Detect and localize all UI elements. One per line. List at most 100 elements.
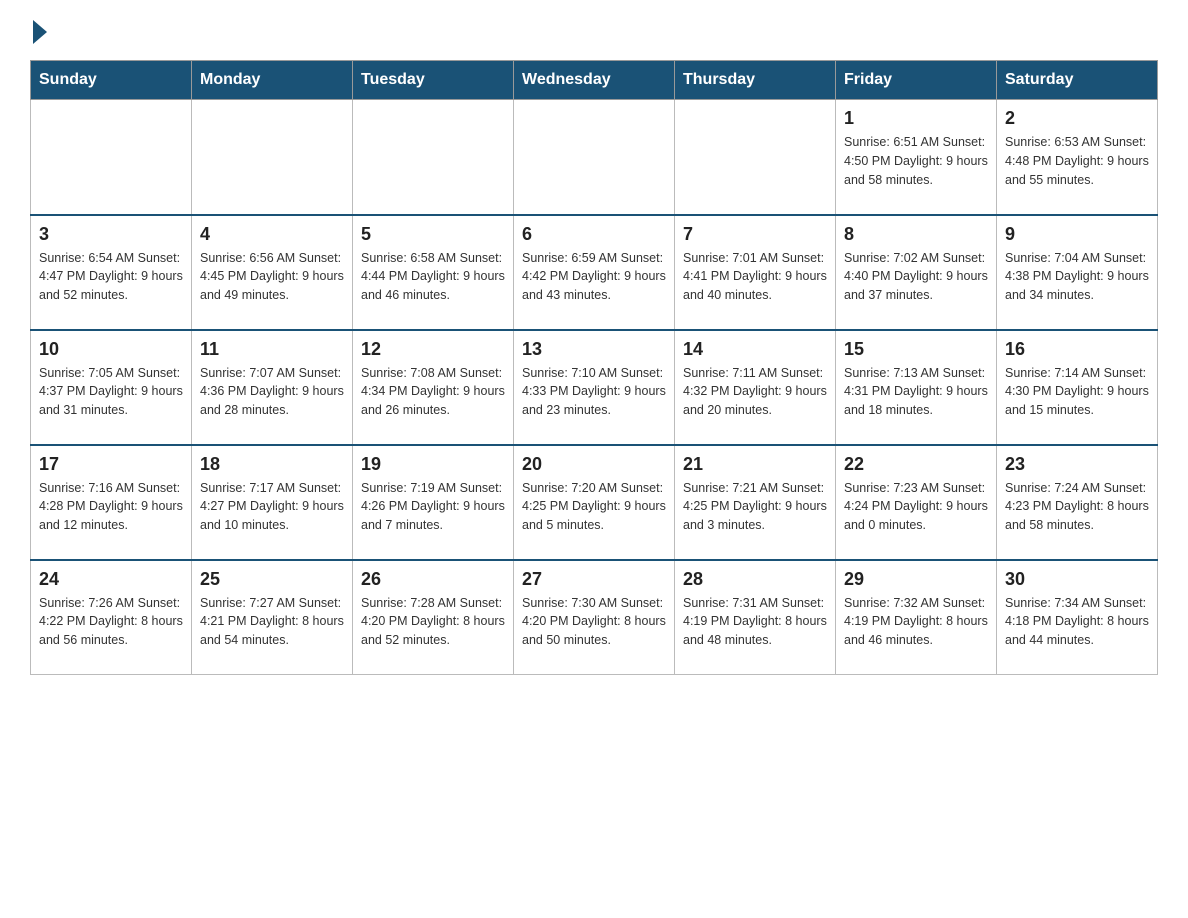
calendar-cell [675, 100, 836, 215]
calendar-cell: 9 Sunrise: 7:04 AM Sunset: 4:38 PM Daylig… [997, 215, 1158, 330]
day-number: 29 [844, 569, 988, 590]
calendar-cell: 17 Sunrise: 7:16 AM Sunset: 4:28 PM Dayli… [31, 445, 192, 560]
calendar-cell: 14 Sunrise: 7:11 AM Sunset: 4:32 PM Dayli… [675, 330, 836, 445]
day-info: Sunrise: 7:01 AM Sunset: 4:41 PM Dayligh… [683, 249, 827, 305]
day-number: 4 [200, 224, 344, 245]
day-info: Sunrise: 7:17 AM Sunset: 4:27 PM Dayligh… [200, 479, 344, 535]
week-row-2: 3 Sunrise: 6:54 AM Sunset: 4:47 PM Daylig… [31, 215, 1158, 330]
day-number: 30 [1005, 569, 1149, 590]
day-number: 17 [39, 454, 183, 475]
day-info: Sunrise: 7:04 AM Sunset: 4:38 PM Dayligh… [1005, 249, 1149, 305]
day-number: 7 [683, 224, 827, 245]
day-info: Sunrise: 7:05 AM Sunset: 4:37 PM Dayligh… [39, 364, 183, 420]
day-number: 13 [522, 339, 666, 360]
calendar-cell: 5 Sunrise: 6:58 AM Sunset: 4:44 PM Daylig… [353, 215, 514, 330]
day-number: 16 [1005, 339, 1149, 360]
calendar-cell: 2 Sunrise: 6:53 AM Sunset: 4:48 PM Daylig… [997, 100, 1158, 215]
day-number: 1 [844, 108, 988, 129]
day-number: 24 [39, 569, 183, 590]
calendar-cell: 15 Sunrise: 7:13 AM Sunset: 4:31 PM Dayli… [836, 330, 997, 445]
calendar-cell: 23 Sunrise: 7:24 AM Sunset: 4:23 PM Dayli… [997, 445, 1158, 560]
weekday-header-friday: Friday [836, 61, 997, 100]
calendar-cell [192, 100, 353, 215]
day-info: Sunrise: 7:02 AM Sunset: 4:40 PM Dayligh… [844, 249, 988, 305]
day-info: Sunrise: 7:13 AM Sunset: 4:31 PM Dayligh… [844, 364, 988, 420]
logo-arrow-icon [33, 20, 47, 44]
day-info: Sunrise: 6:51 AM Sunset: 4:50 PM Dayligh… [844, 133, 988, 189]
day-info: Sunrise: 7:31 AM Sunset: 4:19 PM Dayligh… [683, 594, 827, 650]
day-info: Sunrise: 7:20 AM Sunset: 4:25 PM Dayligh… [522, 479, 666, 535]
calendar-cell: 13Sunrise: 7:10 AM Sunset: 4:33 PM Dayli… [514, 330, 675, 445]
calendar-cell: 4 Sunrise: 6:56 AM Sunset: 4:45 PM Daylig… [192, 215, 353, 330]
calendar-cell: 22 Sunrise: 7:23 AM Sunset: 4:24 PM Dayli… [836, 445, 997, 560]
week-row-1: 1 Sunrise: 6:51 AM Sunset: 4:50 PM Daylig… [31, 100, 1158, 215]
day-number: 2 [1005, 108, 1149, 129]
weekday-header-row: SundayMondayTuesdayWednesdayThursdayFrid… [31, 61, 1158, 100]
day-info: Sunrise: 7:21 AM Sunset: 4:25 PM Dayligh… [683, 479, 827, 535]
calendar-cell: 25 Sunrise: 7:27 AM Sunset: 4:21 PM Dayli… [192, 560, 353, 675]
day-number: 9 [1005, 224, 1149, 245]
day-number: 23 [1005, 454, 1149, 475]
calendar-cell: 26 Sunrise: 7:28 AM Sunset: 4:20 PM Dayli… [353, 560, 514, 675]
day-number: 18 [200, 454, 344, 475]
weekday-header-saturday: Saturday [997, 61, 1158, 100]
week-row-4: 17 Sunrise: 7:16 AM Sunset: 4:28 PM Dayli… [31, 445, 1158, 560]
calendar-cell: 16Sunrise: 7:14 AM Sunset: 4:30 PM Dayli… [997, 330, 1158, 445]
weekday-header-wednesday: Wednesday [514, 61, 675, 100]
calendar-cell: 6Sunrise: 6:59 AM Sunset: 4:42 PM Daylig… [514, 215, 675, 330]
weekday-header-monday: Monday [192, 61, 353, 100]
day-info: Sunrise: 6:54 AM Sunset: 4:47 PM Dayligh… [39, 249, 183, 305]
calendar-cell: 24 Sunrise: 7:26 AM Sunset: 4:22 PM Dayli… [31, 560, 192, 675]
day-info: Sunrise: 7:08 AM Sunset: 4:34 PM Dayligh… [361, 364, 505, 420]
day-info: Sunrise: 7:23 AM Sunset: 4:24 PM Dayligh… [844, 479, 988, 535]
day-info: Sunrise: 7:16 AM Sunset: 4:28 PM Dayligh… [39, 479, 183, 535]
day-info: Sunrise: 7:32 AM Sunset: 4:19 PM Dayligh… [844, 594, 988, 650]
calendar-cell: 30 Sunrise: 7:34 AM Sunset: 4:18 PM Dayli… [997, 560, 1158, 675]
day-number: 27 [522, 569, 666, 590]
day-info: Sunrise: 7:27 AM Sunset: 4:21 PM Dayligh… [200, 594, 344, 650]
day-info: Sunrise: 7:24 AM Sunset: 4:23 PM Dayligh… [1005, 479, 1149, 535]
day-info: Sunrise: 7:28 AM Sunset: 4:20 PM Dayligh… [361, 594, 505, 650]
calendar-cell: 1 Sunrise: 6:51 AM Sunset: 4:50 PM Daylig… [836, 100, 997, 215]
day-number: 21 [683, 454, 827, 475]
day-number: 8 [844, 224, 988, 245]
day-info: Sunrise: 6:56 AM Sunset: 4:45 PM Dayligh… [200, 249, 344, 305]
day-number: 22 [844, 454, 988, 475]
day-info: Sunrise: 7:30 AM Sunset: 4:20 PM Dayligh… [522, 594, 666, 650]
day-number: 25 [200, 569, 344, 590]
day-info: Sunrise: 7:11 AM Sunset: 4:32 PM Dayligh… [683, 364, 827, 420]
day-info: Sunrise: 7:26 AM Sunset: 4:22 PM Dayligh… [39, 594, 183, 650]
day-number: 10 [39, 339, 183, 360]
calendar-cell: 21 Sunrise: 7:21 AM Sunset: 4:25 PM Dayli… [675, 445, 836, 560]
calendar-cell: 29 Sunrise: 7:32 AM Sunset: 4:19 PM Dayli… [836, 560, 997, 675]
week-row-5: 24 Sunrise: 7:26 AM Sunset: 4:22 PM Dayli… [31, 560, 1158, 675]
day-number: 5 [361, 224, 505, 245]
day-info: Sunrise: 7:19 AM Sunset: 4:26 PM Dayligh… [361, 479, 505, 535]
weekday-header-thursday: Thursday [675, 61, 836, 100]
calendar-cell: 8 Sunrise: 7:02 AM Sunset: 4:40 PM Daylig… [836, 215, 997, 330]
page-header [30, 20, 1158, 40]
day-number: 28 [683, 569, 827, 590]
day-number: 20 [522, 454, 666, 475]
calendar-cell: 7 Sunrise: 7:01 AM Sunset: 4:41 PM Daylig… [675, 215, 836, 330]
calendar-cell: 3 Sunrise: 6:54 AM Sunset: 4:47 PM Daylig… [31, 215, 192, 330]
day-number: 14 [683, 339, 827, 360]
day-number: 11 [200, 339, 344, 360]
day-info: Sunrise: 6:59 AM Sunset: 4:42 PM Dayligh… [522, 249, 666, 305]
day-number: 15 [844, 339, 988, 360]
calendar-cell: 28 Sunrise: 7:31 AM Sunset: 4:19 PM Dayli… [675, 560, 836, 675]
calendar-cell: 27 Sunrise: 7:30 AM Sunset: 4:20 PM Dayli… [514, 560, 675, 675]
calendar-cell [353, 100, 514, 215]
day-number: 3 [39, 224, 183, 245]
calendar-cell [31, 100, 192, 215]
calendar-cell: 12Sunrise: 7:08 AM Sunset: 4:34 PM Dayli… [353, 330, 514, 445]
day-number: 26 [361, 569, 505, 590]
calendar-cell: 19Sunrise: 7:19 AM Sunset: 4:26 PM Dayli… [353, 445, 514, 560]
day-info: Sunrise: 7:34 AM Sunset: 4:18 PM Dayligh… [1005, 594, 1149, 650]
day-info: Sunrise: 6:53 AM Sunset: 4:48 PM Dayligh… [1005, 133, 1149, 189]
calendar-cell [514, 100, 675, 215]
calendar-table: SundayMondayTuesdayWednesdayThursdayFrid… [30, 60, 1158, 675]
weekday-header-sunday: Sunday [31, 61, 192, 100]
week-row-3: 10 Sunrise: 7:05 AM Sunset: 4:37 PM Dayli… [31, 330, 1158, 445]
day-info: Sunrise: 6:58 AM Sunset: 4:44 PM Dayligh… [361, 249, 505, 305]
